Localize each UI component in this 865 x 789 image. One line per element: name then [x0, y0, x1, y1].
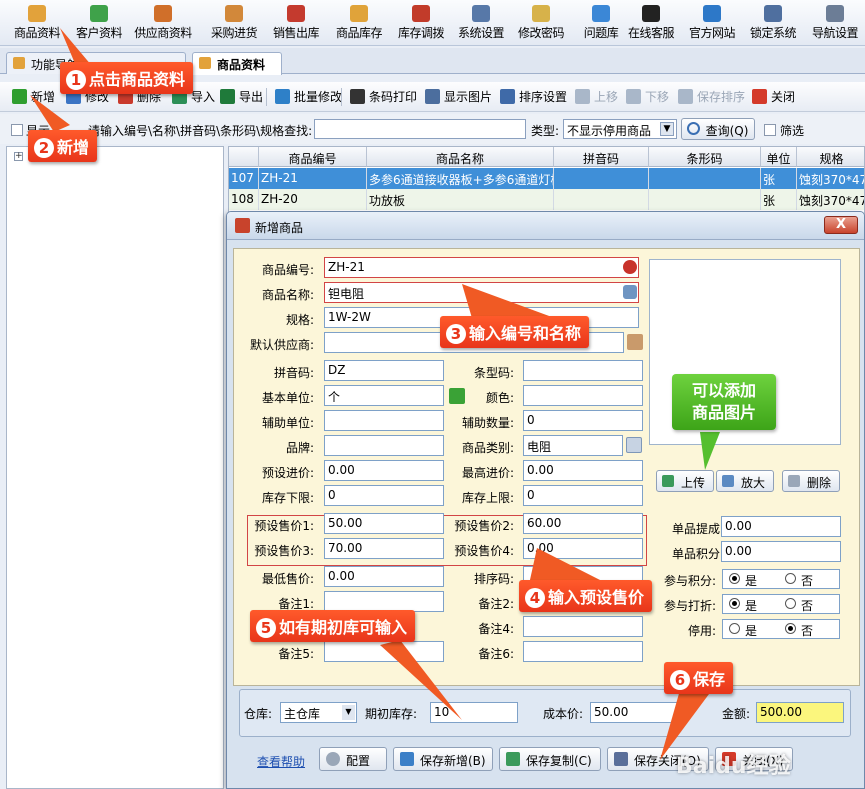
arrow-step5: [380, 640, 462, 720]
image-tip-callout: 可以添加 商品图片: [672, 374, 776, 430]
callout-step3: 3 输入编号和名称: [440, 316, 590, 348]
watermark: Baidu经验: [676, 754, 791, 779]
callout-step6: 6 保存: [664, 662, 734, 694]
callout-step1: 1 点击商品资料: [60, 62, 194, 94]
callout-step5: 5 如有期初库可输入: [250, 610, 416, 642]
callout-step4: 4 输入预设售价: [519, 580, 653, 612]
arrow-step1: [60, 28, 92, 66]
arrow-image-tip: [700, 432, 720, 470]
callout-step2: 2 新增: [28, 130, 98, 162]
arrow-step2: [30, 95, 70, 132]
